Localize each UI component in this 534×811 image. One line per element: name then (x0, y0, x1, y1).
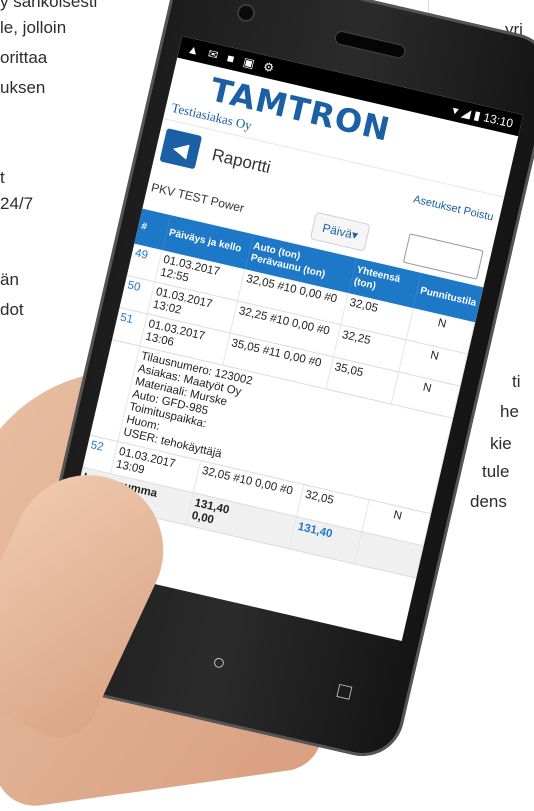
back-arrow-icon: ◀ (170, 136, 191, 162)
nav-home-icon[interactable]: ○ (210, 648, 229, 676)
date-button[interactable]: Päivä ▾ (309, 211, 371, 252)
article-line: t (0, 168, 5, 187)
mail-icon: ✉ (206, 46, 220, 63)
back-button[interactable]: ◀ (159, 128, 203, 170)
wifi-icon: ▾ (451, 103, 461, 119)
date-button-label: Päivä (321, 220, 354, 242)
article-line: ti (512, 372, 521, 391)
article-line: dot (0, 300, 24, 319)
article-line: tule (482, 462, 510, 481)
image-icon: ▣ (241, 54, 256, 71)
nav-recent-icon[interactable]: □ (335, 677, 354, 705)
app-icon: ■ (225, 50, 236, 67)
page-title: Raportti (210, 145, 273, 178)
article-line: uksen (0, 78, 46, 97)
article-line: le, jolloin (0, 18, 67, 37)
article-line: dens (470, 492, 507, 511)
article-line: än (0, 270, 19, 289)
article-line: y sähköisesti (0, 0, 98, 11)
article-line: 24/7 (0, 194, 34, 213)
signal-icon: ◢ (460, 105, 473, 121)
article-line: kie (490, 434, 512, 453)
battery-icon: ▮ (472, 107, 482, 124)
clock: 13:10 (482, 110, 515, 131)
article-line: he (500, 402, 519, 421)
settings-icon: ⚙ (261, 59, 276, 76)
settings-logout-link[interactable]: Asetukset Poistu (412, 193, 495, 223)
alert-icon: ▲ (185, 41, 201, 59)
article-line: orittaa (0, 48, 48, 67)
